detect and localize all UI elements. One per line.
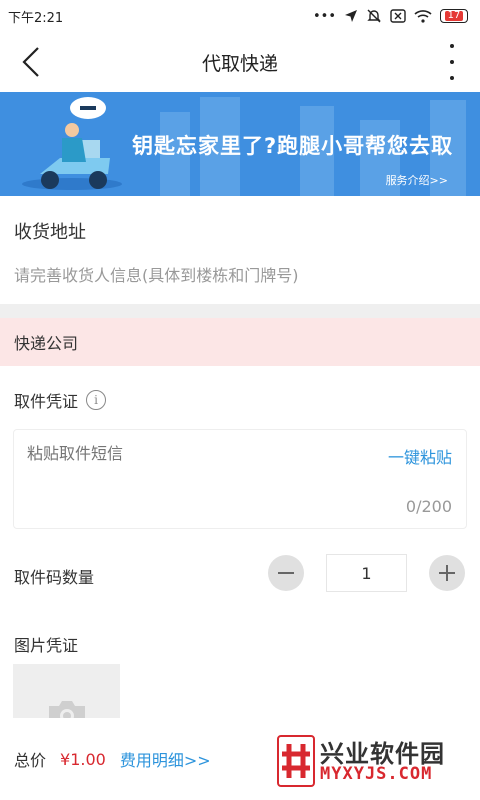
credential-title: 取件凭证 i xyxy=(14,388,107,412)
service-intro-link[interactable]: 服务介绍>> xyxy=(386,172,448,188)
banner-headline: 钥匙忘家里了?跑腿小哥帮您去取 xyxy=(132,134,454,158)
promo-banner[interactable]: 钥匙忘家里了?跑腿小哥帮您去取 服务介绍>> xyxy=(0,92,480,196)
section-divider xyxy=(0,304,480,318)
address-title: 收货地址 xyxy=(14,222,86,243)
close-box-icon xyxy=(390,9,406,23)
code-quantity-label: 取件码数量 xyxy=(14,568,95,587)
sms-input[interactable] xyxy=(27,444,327,463)
plus-button[interactable] xyxy=(429,555,465,591)
credential-label: 取件凭证 xyxy=(14,392,79,411)
watermark-text-en: MYXYJS.COM xyxy=(320,764,433,784)
wifi-icon xyxy=(414,10,432,23)
photo-upload-box[interactable] xyxy=(13,664,120,724)
minus-icon xyxy=(278,572,294,574)
page-title: 代取快递 xyxy=(201,52,278,75)
one-click-paste-button[interactable]: 一键粘贴 xyxy=(388,444,452,468)
watermark-logo-icon xyxy=(277,735,315,787)
minus-button[interactable] xyxy=(268,555,304,591)
photo-credential-label: 图片凭证 xyxy=(14,636,79,655)
status-time: 下午2:21 xyxy=(8,10,64,26)
total-label: 总价 xyxy=(14,751,47,770)
info-icon[interactable]: i xyxy=(86,390,107,410)
char-counter: 0/200 xyxy=(405,497,452,516)
location-icon xyxy=(345,10,357,22)
nav-bar: 代取快递 xyxy=(0,32,480,92)
courier-company-row[interactable]: 快递公司 xyxy=(0,318,480,366)
status-icons: ••• 17 xyxy=(313,8,468,24)
more-vertical-icon[interactable] xyxy=(446,44,458,80)
quantity-value[interactable]: 1 xyxy=(326,554,407,592)
watermark: 兴业软件园 MYXYJS.COM xyxy=(272,732,472,792)
address-hint[interactable]: 请完善收货人信息(具体到楼栋和门牌号) xyxy=(14,262,299,286)
battery-level: 17 xyxy=(444,11,464,21)
status-bar: 下午2:21 ••• 17 xyxy=(0,0,480,32)
battery-icon: 17 xyxy=(440,9,468,23)
total-price: ¥1.00 xyxy=(60,749,106,769)
courier-company-label: 快递公司 xyxy=(14,334,79,353)
address-section[interactable]: 收货地址 请完善收货人信息(具体到楼栋和门牌号) xyxy=(0,196,480,304)
sms-textarea-box[interactable]: 一键粘贴 0/200 xyxy=(13,429,467,529)
more-dots-icon: ••• xyxy=(312,8,336,24)
mute-bell-icon xyxy=(367,9,381,23)
fee-details-link[interactable]: 费用明细>> xyxy=(120,747,211,771)
back-arrow-icon[interactable] xyxy=(18,46,50,78)
